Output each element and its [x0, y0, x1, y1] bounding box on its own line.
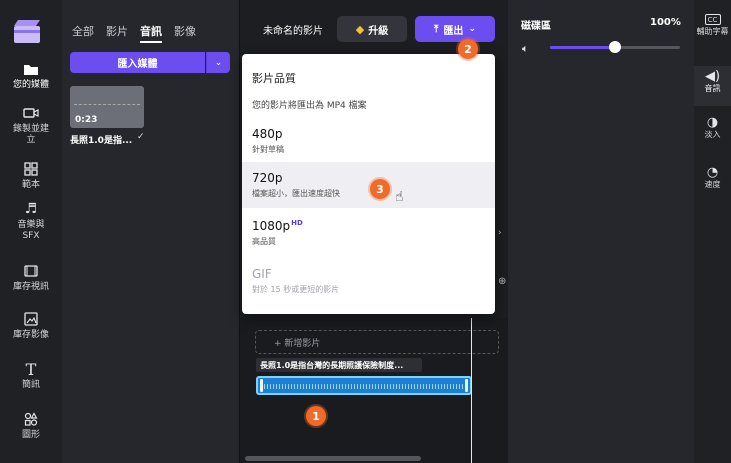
media-item-name: 長照1.0是指...	[70, 136, 133, 146]
rail-item-shapes[interactable]: 圖形	[0, 410, 62, 441]
volume-percent: 100%	[650, 17, 681, 28]
audio-clip[interactable]	[256, 376, 472, 395]
option-desc: 對於 15 秒或更短的影片	[252, 285, 340, 294]
rail-item-fade[interactable]: ◑ 淡入	[694, 115, 731, 140]
rail-label: 簡訊	[21, 380, 40, 390]
rail-item-stock-video[interactable]: 庫存視訊	[0, 262, 62, 293]
project-title[interactable]: 未命名的影片	[263, 22, 323, 37]
text-icon: T	[25, 359, 37, 379]
rail-item-audio[interactable]: ◀︎) 音訊	[694, 66, 731, 106]
rail-label: 圖形	[21, 430, 40, 440]
rail-label: 庫存影像	[12, 330, 49, 340]
clip-title: 長照1.0是指台灣的長期照護保險制度...	[256, 358, 422, 372]
export-label: 匯出	[443, 25, 464, 37]
waveform-preview	[74, 104, 140, 106]
tab-image[interactable]: 影像	[174, 23, 196, 43]
rail-label: 您的媒體	[12, 80, 49, 90]
playhead[interactable]	[471, 318, 472, 463]
rail-label: 錄製並建立	[12, 124, 49, 145]
tab-video[interactable]: 影片	[106, 23, 128, 43]
option-label: 480p	[252, 127, 283, 141]
export-option-gif: GIF 對於 15 秒或更短的影片	[242, 258, 495, 304]
option-label: GIF	[252, 267, 272, 281]
template-icon	[22, 160, 40, 178]
callout-badge-1: 1	[306, 406, 326, 426]
import-media-button[interactable]: 匯入媒體	[70, 52, 205, 73]
record-icon	[22, 104, 40, 122]
stock-video-icon	[22, 262, 40, 280]
rail-item-text[interactable]: T 簡訊	[0, 360, 62, 391]
timeline-scrollbar[interactable]	[245, 456, 421, 461]
menu-subtitle: 您的影片將匯出為 MP4 檔案	[252, 101, 367, 111]
rail-item-templates[interactable]: 範本	[0, 160, 62, 191]
media-thumbnail[interactable]: 0:23	[70, 86, 144, 128]
check-icon: ✓	[137, 132, 145, 142]
shapes-icon	[22, 410, 40, 428]
chevron-right-icon[interactable]: ›	[498, 228, 502, 238]
rail-label: 庫存視訊	[12, 282, 49, 292]
hand-cursor-icon: ☝︎	[395, 189, 404, 205]
audio-waveform	[264, 384, 464, 389]
rail-item-music-sfx[interactable]: ♬ 音樂與SFX	[0, 200, 62, 242]
rail-item-captions[interactable]: CC 輔助字幕	[694, 14, 731, 54]
menu-heading: 影片品質	[252, 72, 296, 85]
rail-label: 輔助字幕	[696, 27, 729, 36]
tab-all[interactable]: 全部	[72, 23, 94, 43]
add-media-track[interactable]: + 新增影片	[255, 330, 499, 354]
media-tabs: 全部 影片 音訊 影像	[72, 23, 196, 43]
folder-icon	[22, 60, 40, 78]
app-logo-icon[interactable]	[12, 18, 42, 44]
stock-image-icon	[22, 310, 40, 328]
speaker-icon[interactable]: 🔈︎	[522, 42, 529, 56]
volume-panel	[508, 0, 694, 463]
upload-icon: ⤒	[434, 23, 439, 35]
captions-icon: CC	[704, 14, 721, 25]
export-option-720p[interactable]: 720p 檔案超小，匯出速度超快	[242, 162, 495, 208]
upgrade-button[interactable]: ◆ 升級	[337, 16, 407, 42]
chevron-down-icon: ⌄	[468, 24, 476, 34]
clip-trim-handle-left[interactable]	[260, 379, 263, 392]
export-button[interactable]: ⤒ 匯出 ⌄	[415, 16, 495, 42]
callout-badge-2: 2	[458, 39, 478, 59]
import-dropdown-button[interactable]: ⌄	[206, 52, 230, 73]
rail-label: 音樂與SFX	[17, 220, 45, 241]
option-label: 1080pHD	[252, 219, 485, 233]
export-quality-menu: 影片品質 您的影片將匯出為 MP4 檔案 480p 針對草稿 720p 檔案超小…	[242, 54, 495, 314]
hd-badge: HD	[291, 219, 303, 227]
upgrade-label: 升級	[368, 25, 389, 37]
media-duration: 0:23	[75, 115, 98, 125]
chevron-down-icon: ⌄	[214, 57, 223, 68]
tab-audio[interactable]: 音訊	[140, 23, 162, 43]
rail-label: 範本	[21, 180, 40, 190]
rail-item-your-media[interactable]: 您的媒體	[0, 60, 62, 91]
audio-icon: ◀︎)	[704, 69, 721, 84]
option-desc: 針對草稿	[252, 145, 284, 154]
callout-badge-3: 3	[370, 179, 390, 199]
speed-icon: ◔	[706, 165, 719, 180]
rail-item-speed[interactable]: ◔ 速度	[694, 165, 731, 190]
rail-label: 音訊	[704, 84, 721, 93]
clip-trim-handle-right[interactable]	[465, 379, 468, 392]
export-option-480p[interactable]: 480p 針對草稿	[242, 118, 495, 164]
option-label-text: 1080p	[252, 219, 291, 233]
volume-slider-knob[interactable]	[609, 41, 621, 53]
volume-slider-fill	[550, 46, 615, 49]
option-desc: 檔案超小，匯出速度超快	[252, 189, 340, 198]
rail-label: 淡入	[704, 130, 721, 139]
export-option-1080p[interactable]: 1080pHD 高品質	[242, 210, 495, 256]
option-label: 720p	[252, 171, 283, 185]
fade-icon: ◑	[706, 115, 719, 130]
option-desc: 高品質	[252, 237, 276, 246]
volume-title: 磁碟區	[521, 21, 551, 32]
diamond-icon: ◆	[355, 22, 365, 36]
left-rail: 您的媒體 錄製並建立 範本 ♬ 音樂與SFX 庫存視訊 庫存影像 T 簡訊 圖形	[0, 0, 62, 463]
music-icon: ♬	[24, 200, 38, 217]
rail-item-stock-image[interactable]: 庫存影像	[0, 310, 62, 341]
zoom-in-icon[interactable]: ⊕	[498, 276, 506, 287]
rail-item-record-create[interactable]: 錄製並建立	[0, 104, 62, 146]
rail-label: 速度	[704, 180, 721, 189]
